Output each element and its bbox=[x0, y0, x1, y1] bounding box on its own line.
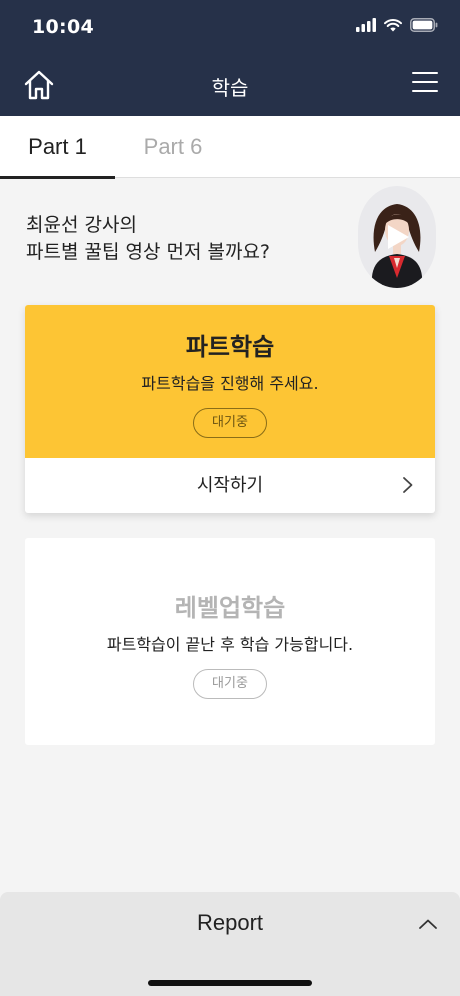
part-study-card: 파트학습 파트학습을 진행해 주세요. 대기중 시작하기 bbox=[25, 305, 435, 513]
play-icon[interactable] bbox=[385, 223, 411, 251]
report-label: Report bbox=[196, 910, 264, 935]
battery-icon bbox=[410, 18, 438, 32]
instructor-video-thumbnail[interactable] bbox=[358, 186, 436, 288]
signal-icon bbox=[356, 18, 376, 32]
status-time: 10:04 bbox=[32, 16, 94, 38]
card-title: 파트학습 bbox=[185, 333, 275, 361]
part-study-header: 파트학습 파트학습을 진행해 주세요. 대기중 bbox=[25, 305, 435, 458]
chevron-up-icon[interactable] bbox=[418, 914, 438, 934]
card-description: 파트학습이 끝난 후 학습 가능합니다. bbox=[106, 635, 354, 654]
page-title: 학습 bbox=[211, 76, 249, 100]
tab-part-6[interactable]: Part 6 bbox=[128, 116, 218, 178]
status-icons bbox=[356, 18, 438, 32]
top-bar: 10:04 학습 bbox=[0, 0, 460, 116]
intro-line-1: 최윤선 강사의 bbox=[26, 214, 137, 236]
card-description: 파트학습을 진행해 주세요. bbox=[141, 374, 319, 393]
part-tabs: Part 1 Part 6 bbox=[0, 116, 460, 179]
chevron-right-icon bbox=[403, 477, 413, 493]
menu-icon[interactable] bbox=[412, 72, 438, 96]
tab-part-1[interactable]: Part 1 bbox=[0, 116, 115, 179]
wifi-icon bbox=[384, 19, 402, 32]
intro-text: 최윤선 강사의 파트별 꿀팁 영상 먼저 볼까요? bbox=[26, 212, 270, 266]
intro-line-2: 파트별 꿀팁 영상 먼저 볼까요? bbox=[26, 241, 271, 263]
card-title: 레벨업학습 bbox=[174, 594, 286, 622]
start-button-label: 시작하기 bbox=[196, 475, 264, 496]
start-button[interactable]: 시작하기 bbox=[25, 458, 435, 513]
status-badge: 대기중 bbox=[193, 669, 267, 699]
levelup-study-card: 레벨업학습 파트학습이 끝난 후 학습 가능합니다. 대기중 bbox=[25, 538, 435, 745]
home-indicator bbox=[148, 980, 312, 986]
status-badge: 대기중 bbox=[193, 408, 267, 438]
